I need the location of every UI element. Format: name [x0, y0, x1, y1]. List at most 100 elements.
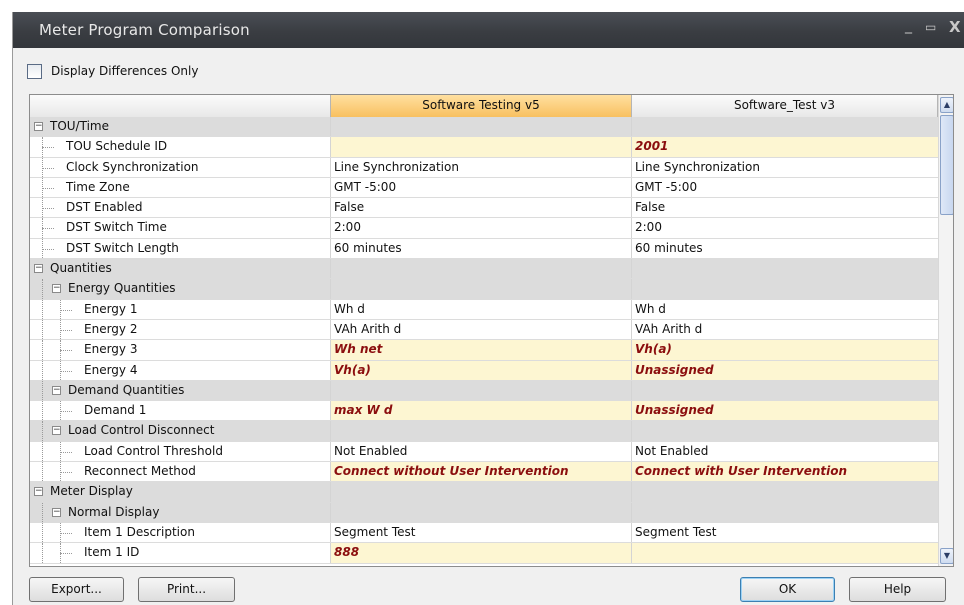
scroll-thumb[interactable] — [940, 115, 953, 215]
property-label: DST Switch Length — [66, 240, 179, 255]
property-name-cell: DST Enabled — [30, 198, 331, 218]
collapse-toggle-icon[interactable]: − — [52, 284, 61, 294]
column-header-program-a[interactable]: Software Testing v5 — [331, 95, 632, 117]
tree-guide-line — [42, 441, 43, 462]
property-row[interactable]: Energy 1 Wh d Wh d — [30, 299, 938, 320]
tree-branch-line — [60, 329, 72, 331]
program-b-value-cell — [632, 502, 938, 522]
property-row[interactable]: Time Zone GMT -5:00 GMT -5:00 — [30, 177, 938, 199]
group-row[interactable]: − Meter Display — [30, 482, 938, 503]
export-button[interactable]: Export... — [29, 577, 124, 602]
tree-branch-line — [42, 167, 54, 169]
tree-branch-line — [60, 451, 72, 453]
program-b-value-cell: False — [635, 200, 666, 215]
title-bar[interactable]: Meter Program Comparison _ ▭ X — [13, 12, 964, 48]
program-b-value-cell — [632, 259, 938, 279]
property-row[interactable]: Reconnect Method Connect without User Int… — [30, 462, 938, 483]
property-label: Load Control Disconnect — [68, 423, 215, 438]
program-b-value-cell — [632, 543, 938, 563]
property-row[interactable]: DST Switch Time 2:00 2:00 — [30, 218, 938, 239]
group-row[interactable]: − Energy Quantities — [30, 279, 938, 300]
print-button[interactable]: Print... — [138, 577, 235, 602]
program-a-value-cell: Wh d — [331, 299, 632, 319]
collapse-toggle-icon[interactable]: − — [52, 507, 61, 517]
property-row[interactable]: Energy 2 VAh Arith d VAh Arith d — [30, 319, 938, 341]
property-name-cell: Clock Synchronization — [30, 157, 331, 177]
property-name-cell: Load Control Threshold — [30, 441, 331, 462]
property-label: Energy Quantities — [68, 281, 176, 296]
program-a-value-cell: 2:00 — [331, 218, 632, 238]
property-label: Time Zone — [66, 179, 130, 194]
program-a-value-cell — [331, 482, 632, 502]
property-label: Normal Display — [68, 504, 160, 519]
display-differences-only-checkbox[interactable] — [27, 64, 42, 79]
tree-guide-line — [42, 299, 43, 319]
property-name-cell: − Load Control Disconnect — [30, 421, 331, 441]
property-row[interactable]: Clock Synchronization Line Synchronizatio… — [30, 157, 938, 178]
group-row[interactable]: − Demand Quantities — [30, 380, 938, 402]
property-label: Demand 1 — [84, 403, 147, 418]
program-b-value-cell: Segment Test — [635, 524, 717, 539]
property-name-cell: − Normal Display — [30, 502, 331, 522]
property-row[interactable]: Load Control Threshold Not Enabled Not Ena… — [30, 441, 938, 463]
property-name-cell: DST Switch Length — [30, 238, 331, 259]
property-name-cell: Energy 1 — [30, 299, 331, 319]
vertical-scrollbar[interactable]: ▲ ▼ — [938, 95, 953, 566]
property-label: DST Switch Time — [66, 220, 167, 235]
column-header-property[interactable] — [30, 95, 331, 117]
group-row[interactable]: − Normal Display — [30, 502, 938, 523]
property-label: DST Enabled — [66, 200, 143, 215]
property-row[interactable]: Demand 1 max W d Unassigned — [30, 401, 938, 422]
tree-branch-line — [60, 350, 72, 352]
group-row[interactable]: − Quantities — [30, 259, 938, 280]
collapse-toggle-icon[interactable]: − — [34, 122, 43, 131]
tree-branch-line — [42, 187, 54, 189]
program-a-value-cell: Segment Test — [331, 522, 632, 543]
property-name-cell: Demand 1 — [30, 401, 331, 421]
tree-guide-line — [42, 319, 43, 340]
property-row[interactable]: Energy 4 Vh(a) Unassigned — [30, 360, 938, 381]
collapse-toggle-icon[interactable]: − — [34, 264, 43, 274]
collapse-toggle-icon[interactable]: − — [52, 426, 61, 436]
property-row[interactable]: Energy 3 Wh net Vh(a) — [30, 340, 938, 361]
property-label: Meter Display — [50, 484, 133, 499]
tree-branch-line — [60, 472, 72, 474]
property-row[interactable]: DST Switch Length 60 minutes 60 minutes — [30, 238, 938, 260]
scroll-down-icon[interactable]: ▼ — [940, 548, 953, 564]
program-b-value-cell: Connect with User Intervention — [632, 462, 938, 482]
program-b-value-cell: 2001 — [632, 137, 938, 157]
help-button[interactable]: Help — [849, 577, 946, 602]
maximize-icon[interactable]: ▭ — [925, 20, 936, 34]
property-row[interactable]: Item 1 Description Segment Test Segment Te… — [30, 522, 938, 544]
tree-guide-line — [42, 279, 43, 299]
collapse-toggle-icon[interactable]: − — [34, 487, 43, 497]
tree-branch-line — [42, 248, 54, 250]
scroll-up-icon[interactable]: ▲ — [940, 97, 953, 113]
property-row[interactable]: DST Enabled False False — [30, 198, 938, 219]
property-name-cell: Energy 4 — [30, 360, 331, 380]
program-b-value-cell: Vh(a) — [632, 340, 938, 360]
close-icon[interactable]: X — [949, 18, 961, 36]
ok-button[interactable]: OK — [740, 577, 835, 602]
program-a-value-cell: Not Enabled — [331, 441, 632, 462]
program-a-value-cell: max W d — [331, 401, 632, 421]
program-b-value-cell: GMT -5:00 — [635, 179, 698, 194]
property-label: Load Control Threshold — [84, 443, 223, 458]
collapse-toggle-icon[interactable]: − — [52, 385, 61, 395]
property-label: Item 1 Description — [84, 524, 195, 539]
tree-branch-line — [42, 208, 54, 210]
grid-rows: − TOU/Time TOU Schedule ID 2001 Clock Synchr… — [30, 117, 938, 564]
group-row[interactable]: − TOU/Time — [30, 117, 938, 138]
property-label: Energy 2 — [84, 321, 138, 336]
minimize-icon[interactable]: _ — [905, 18, 912, 34]
property-label: Quantities — [50, 261, 112, 276]
tree-guide-line — [42, 340, 43, 360]
column-header-program-b[interactable]: Software_Test v3 — [632, 95, 938, 117]
program-a-value-cell: Line Synchronization — [331, 157, 632, 177]
program-b-value-cell: Line Synchronization — [635, 159, 760, 174]
tree-guide-line — [42, 421, 43, 441]
property-row[interactable]: Item 1 ID 888 — [30, 543, 938, 564]
property-row[interactable]: TOU Schedule ID 2001 — [30, 137, 938, 158]
program-b-value-cell: 60 minutes — [635, 240, 703, 255]
group-row[interactable]: − Load Control Disconnect — [30, 421, 938, 442]
